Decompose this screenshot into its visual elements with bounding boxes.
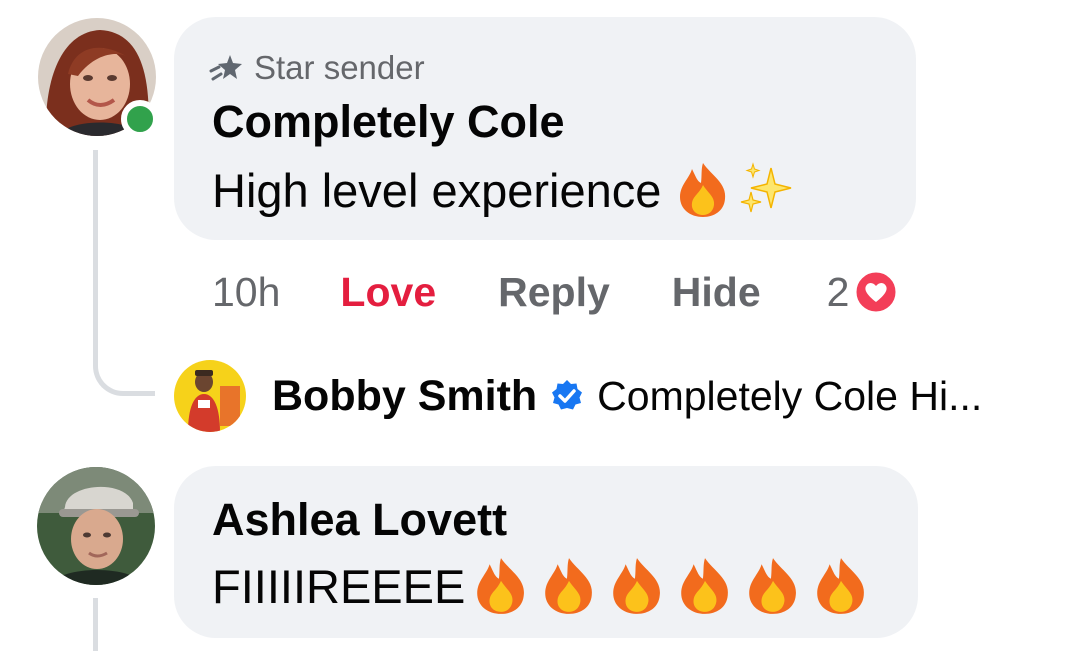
star-sender-badge: Star sender [208,48,425,88]
online-status-indicator [121,100,159,138]
fire-emoji-icon [607,556,667,616]
comment-emojis [675,160,797,220]
star-sender-icon [208,53,244,83]
love-button[interactable]: Love [340,269,436,316]
fire-emoji-icon [675,556,735,616]
comment-author[interactable]: Completely Cole [212,96,565,148]
avatar[interactable] [37,467,155,585]
fire-emoji-icon [539,556,599,616]
comment-text: High level experience [212,160,797,220]
reaction-count-value: 2 [826,268,850,315]
thread-line [93,598,98,651]
badge-label: Star sender [254,49,425,86]
comment-timestamp[interactable]: 10h [212,269,280,316]
reply-author[interactable]: Bobby Smith [272,372,537,421]
comment-emojis [471,556,871,616]
fire-emoji-icon [675,161,731,219]
reply-button[interactable]: Reply [498,269,610,316]
fire-emoji-icon [811,556,871,616]
reaction-count[interactable]: 2 [827,269,900,316]
fire-emoji-icon [743,556,803,616]
verified-badge-icon [549,378,585,414]
comment-body: FIIIIIREEEE [212,559,466,613]
hide-button[interactable]: Hide [672,269,761,316]
comment-text: FIIIIIREEEE [212,556,871,616]
reply-snippet: Completely Cole Hi... [597,372,983,419]
reply-preview[interactable]: Bobby Smith Completely Cole Hi... [272,368,982,424]
comment-author[interactable]: Ashlea Lovett [212,494,507,546]
comment-body: High level experience [212,163,662,217]
fire-emoji-icon [471,556,531,616]
sparkles-emoji-icon [737,160,797,220]
love-reaction-icon [853,269,899,315]
reply-avatar[interactable] [174,360,246,432]
reply-connector [93,340,155,396]
thread-line [93,150,98,345]
comment-actions: 10h Love Reply Hide 2 [212,264,899,320]
